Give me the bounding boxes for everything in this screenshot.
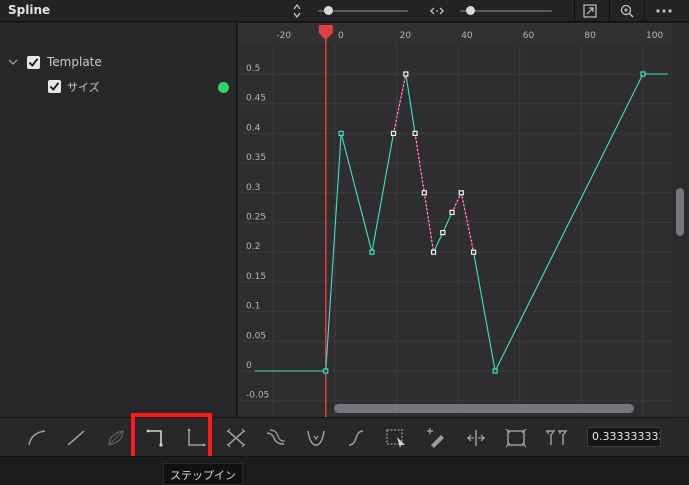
- spline-tree-panel: [0, 23, 237, 417]
- x-tick-label: 100: [646, 31, 663, 41]
- y-tick-label: -0.05: [246, 391, 269, 401]
- keyframe-point[interactable]: [421, 190, 427, 196]
- curve-segment: [433, 232, 444, 253]
- x-tick-label: 20: [400, 31, 412, 41]
- header-bar: Spline: [0, 0, 689, 22]
- invert-icon[interactable]: [104, 426, 128, 450]
- y-tick-label: 0.05: [246, 331, 266, 341]
- x-tick-label: 0: [338, 31, 344, 41]
- keyframe-point[interactable]: [449, 209, 455, 216]
- y-tick-label: 0.25: [246, 213, 266, 223]
- template-checkbox[interactable]: [27, 56, 40, 69]
- ping-pong-icon[interactable]: [304, 426, 328, 450]
- y-tick-label: 0.4: [246, 123, 261, 133]
- keyframe-point[interactable]: [323, 368, 329, 374]
- divider: [609, 0, 610, 22]
- expand-icon[interactable]: [581, 2, 599, 20]
- ease-icon[interactable]: [344, 426, 368, 450]
- panel-title: Spline: [8, 3, 51, 17]
- keyframe-point[interactable]: [338, 130, 344, 137]
- x-tick-label: 40: [461, 31, 473, 41]
- x-tick-label: 60: [523, 31, 535, 41]
- y-tick-label: 0.15: [246, 272, 266, 282]
- keyframe-point[interactable]: [390, 130, 397, 137]
- loop-icon[interactable]: [264, 426, 288, 450]
- horizontal-zoom-knob[interactable]: [466, 6, 476, 15]
- y-tick-label: 0.35: [246, 153, 266, 163]
- tree-item-label[interactable]: サイズ: [67, 79, 100, 97]
- divider: [574, 0, 575, 22]
- pen-icon[interactable]: [424, 426, 448, 450]
- highlight-frame: [131, 413, 212, 460]
- x-tick-label: -20: [276, 31, 291, 41]
- y-tick-label: 0.1: [246, 302, 260, 312]
- spline-graph[interactable]: -20 0 20 40 60 80 100 0.5 0.45 0.4 0.35 0.3 0.25 0.2 0…: [238, 23, 672, 417]
- divider: [644, 0, 645, 22]
- zoom-icon[interactable]: [618, 2, 636, 20]
- keyframe-point[interactable]: [471, 249, 477, 255]
- smooth-curve-icon[interactable]: [25, 426, 49, 450]
- curve-segment: [451, 192, 462, 213]
- vertical-zoom-knob[interactable]: [324, 6, 333, 15]
- horizontal-scrollbar-thumb[interactable]: [334, 404, 634, 413]
- fit-frame-icon[interactable]: [504, 426, 528, 450]
- value-field[interactable]: 0.333333333: [587, 427, 661, 447]
- linear-icon[interactable]: [64, 426, 88, 450]
- chevron-down-icon[interactable]: [8, 57, 18, 67]
- footer-bar: [0, 456, 689, 485]
- vertical-scrollbar[interactable]: [672, 23, 689, 417]
- y-tick-label: 0.3: [246, 183, 260, 193]
- tooltip: ステップイン: [163, 463, 243, 485]
- y-tick-label: 0.5: [246, 64, 260, 74]
- spline-chart[interactable]: -20 0 20 40 60 80 100 0.5 0.45 0.4 0.35 0.3 0.25 0.2 0…: [238, 23, 672, 417]
- zoom-fit-icon[interactable]: [428, 2, 446, 20]
- vertical-scrollbar-thumb[interactable]: [676, 188, 684, 236]
- y-tick-label: 0.45: [246, 94, 266, 104]
- spline-panel: Spline Template サイズ -20 0 20 40 60 80 10…: [0, 0, 689, 485]
- keyframe-point[interactable]: [492, 368, 498, 374]
- spline-toolbar: [0, 417, 689, 456]
- curve-color-swatch: [218, 82, 229, 93]
- size-checkbox[interactable]: [48, 80, 61, 93]
- keyframe-point[interactable]: [412, 130, 418, 137]
- keyframe-point[interactable]: [430, 249, 437, 255]
- time-ruler: [238, 23, 672, 45]
- tree-group-label[interactable]: Template: [47, 55, 102, 73]
- x-tick-label: 80: [584, 31, 596, 41]
- more-icon[interactable]: [655, 2, 673, 20]
- time-stretch-icon[interactable]: [464, 426, 488, 450]
- select-rect-icon[interactable]: [384, 426, 408, 450]
- y-tick-label: 0.2: [246, 242, 260, 252]
- filter-icon[interactable]: [544, 426, 568, 450]
- keyframe-point[interactable]: [640, 71, 646, 77]
- reverse-icon[interactable]: [224, 426, 248, 450]
- sort-icon[interactable]: [288, 2, 306, 20]
- keyframe-point[interactable]: [403, 71, 409, 77]
- keyframe-point[interactable]: [369, 249, 375, 255]
- y-tick-label: 0: [246, 361, 252, 371]
- keyframe-point[interactable]: [458, 190, 464, 196]
- keyframe-point[interactable]: [440, 229, 446, 236]
